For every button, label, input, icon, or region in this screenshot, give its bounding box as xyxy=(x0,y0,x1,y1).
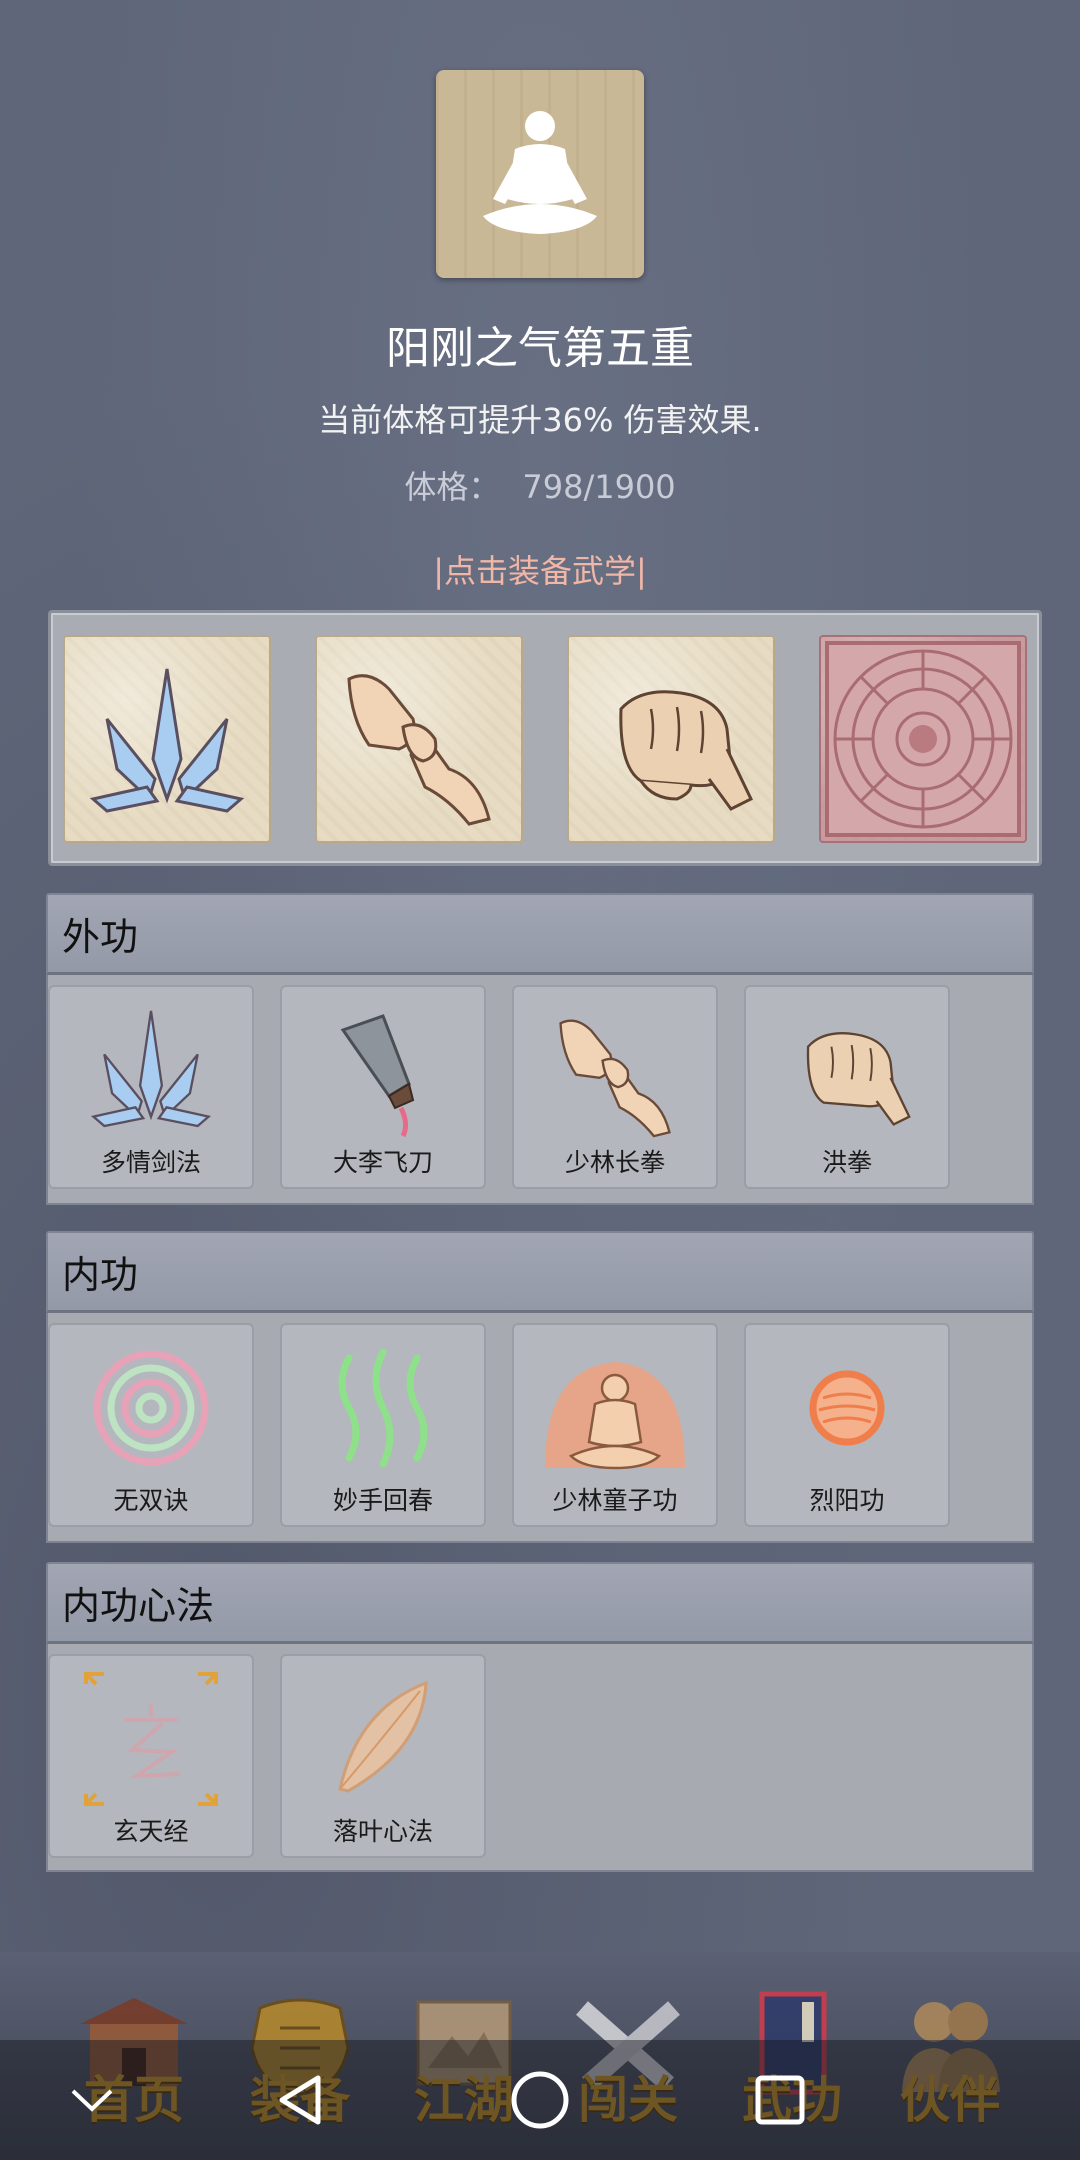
equipped-slot-3[interactable] xyxy=(567,635,775,843)
equipped-slot-1[interactable] xyxy=(63,635,271,843)
recents-square-icon xyxy=(755,2075,805,2125)
spiral-icon xyxy=(93,1350,209,1466)
meditating-monk-icon xyxy=(545,1362,685,1470)
sun-orb-icon xyxy=(809,1370,885,1446)
skill-label: 玄天经 xyxy=(113,1817,189,1846)
skill-card-luoye[interactable]: 落叶心法 xyxy=(280,1654,486,1858)
section-title: 内功 xyxy=(62,1253,139,1297)
skill-card-wushuang[interactable]: 无双诀 xyxy=(48,1323,254,1527)
fist-icon xyxy=(806,1032,911,1126)
section-title: 外功 xyxy=(62,915,139,959)
skill-card-hongquan[interactable]: 洪拳 xyxy=(744,985,950,1189)
constitution-stat: 体格： 798/1900 xyxy=(0,462,1080,508)
skill-card-xuantian[interactable]: 玄天经 xyxy=(48,1654,254,1858)
crystal-sword-icon xyxy=(89,668,245,813)
skill-card-lieyang[interactable]: 烈阳功 xyxy=(744,1323,950,1527)
skill-label: 烈阳功 xyxy=(809,1486,885,1515)
section-grid: 玄天经 落叶心法 xyxy=(46,1644,1034,1872)
stat-value: 798/1900 xyxy=(522,468,676,506)
skill-card-changquan[interactable]: 少林长拳 xyxy=(512,985,718,1189)
chevron-down-icon xyxy=(71,2089,113,2112)
flying-knife-icon xyxy=(340,1014,415,1138)
equipped-slot-2[interactable] xyxy=(315,635,523,843)
meditation-portrait xyxy=(436,70,644,278)
fist-bump-icon xyxy=(559,1019,671,1138)
aztec-sun-icon xyxy=(825,641,1021,837)
section-neigong: 内功 无双诀 妙手回春 少林童子功 烈阳功 xyxy=(46,1231,1034,1543)
section-title: 内功心法 xyxy=(62,1584,215,1628)
section-header: 内功心法 xyxy=(46,1562,1034,1644)
xuan-seal-icon xyxy=(84,1672,218,1806)
nav-recents-button[interactable] xyxy=(740,2060,820,2140)
section-waigong: 外功 多情剑法 大李飞刀 少林长拳 洪拳 xyxy=(46,893,1034,1205)
nav-back-button[interactable] xyxy=(260,2060,340,2140)
section-grid: 无双诀 妙手回春 少林童子功 烈阳功 xyxy=(46,1313,1034,1543)
section-grid: 多情剑法 大李飞刀 少林长拳 洪拳 xyxy=(46,975,1034,1205)
skill-label: 妙手回春 xyxy=(332,1486,433,1515)
nav-home-button[interactable] xyxy=(500,2060,580,2140)
skill-label: 洪拳 xyxy=(821,1148,872,1177)
skill-label: 落叶心法 xyxy=(332,1817,433,1846)
skill-card-tongzi[interactable]: 少林童子功 xyxy=(512,1323,718,1527)
skill-label: 大李飞刀 xyxy=(332,1148,433,1177)
home-circle-icon xyxy=(511,2071,569,2129)
effect-description: 当前体格可提升36% 伤害效果. xyxy=(318,401,762,439)
equipped-slot-4[interactable] xyxy=(819,635,1027,843)
skill-label: 少林童子功 xyxy=(552,1486,678,1515)
skill-label: 多情剑法 xyxy=(100,1148,201,1177)
equipped-skills-bar xyxy=(48,610,1042,866)
skill-card-miaoshou[interactable]: 妙手回春 xyxy=(280,1323,486,1527)
nav-collapse-button[interactable] xyxy=(52,2060,132,2140)
leaf-icon xyxy=(338,1680,428,1793)
skill-card-duoqing[interactable]: 多情剑法 xyxy=(48,985,254,1189)
fist-bump-icon xyxy=(347,674,491,826)
back-triangle-icon xyxy=(279,2075,321,2125)
cultivation-title: 阳刚之气第五重 xyxy=(386,323,694,374)
section-xinfa: 内功心法 玄天经 落叶心法 xyxy=(46,1562,1034,1872)
section-header: 外功 xyxy=(46,893,1034,975)
green-waves-icon xyxy=(338,1348,428,1468)
section-header: 内功 xyxy=(46,1231,1034,1313)
skill-label: 无双诀 xyxy=(113,1486,189,1515)
stat-label: 体格： xyxy=(404,468,501,506)
equip-skill-hint[interactable]: |点击装备武学| xyxy=(0,546,1080,592)
fist-icon xyxy=(619,690,753,811)
skill-card-feidao[interactable]: 大李飞刀 xyxy=(280,985,486,1189)
meditating-figure-icon xyxy=(483,111,597,234)
crystal-sword-icon xyxy=(90,1010,212,1128)
skill-label: 少林长拳 xyxy=(564,1148,665,1177)
